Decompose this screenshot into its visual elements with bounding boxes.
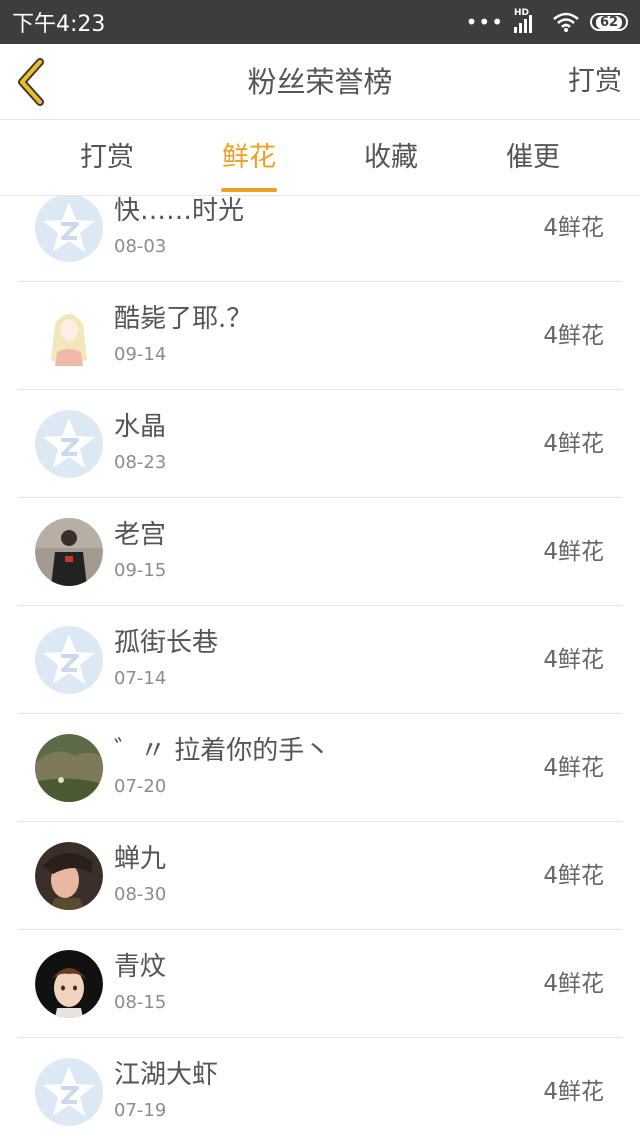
fan-date: 07-20 [114,776,167,797]
fan-date: 08-30 [114,884,167,905]
list-item[interactable]: 江湖大虾 07-19 4鲜花 [18,1038,622,1138]
list-item[interactable]: 老宫 09-15 4鲜花 [18,498,622,606]
more-dots-icon: ••• [465,10,504,34]
header: 粉丝荣誉榜 打赏 [0,44,640,120]
fan-date: 08-23 [114,452,167,473]
fan-name: 孤街长巷 [114,628,219,658]
fan-date: 08-03 [114,236,167,257]
default-star-avatar[interactable] [35,1058,103,1126]
fan-date: 07-14 [114,668,167,689]
list-item[interactable]: 水晶 08-23 4鲜花 [18,390,622,498]
flower-count: 4鲜花 [543,1079,604,1105]
tab-label: 打赏 [80,142,134,173]
list-item[interactable]: 青炆 08-15 4鲜花 [18,930,622,1038]
fan-name: 江湖大虾 [114,1060,219,1090]
photo-man-avatar[interactable] [35,518,103,586]
tab-label: 鲜花 [222,142,276,173]
flower-count: 4鲜花 [543,215,604,241]
tab-flowers[interactable]: 鲜花 [194,120,304,196]
list-item[interactable]: 蝉九 08-30 4鲜花 [18,822,622,930]
fan-name: 水晶 [114,412,167,442]
tab-urge-update[interactable]: 催更 [478,120,588,196]
fans-list[interactable]: 快……时光 08-03 4鲜花 酷毙了耶.？ 09-14 4鲜花 水晶 08-23 4鲜花 … [0,196,640,1138]
young-man-avatar[interactable] [35,842,103,910]
status-icons: ••• HD 62 [465,8,628,34]
default-star-avatar[interactable] [35,410,103,478]
fan-date: 09-15 [114,560,167,581]
list-item[interactable]: 快……时光 08-03 4鲜花 [18,196,622,282]
list-item[interactable]: ゛〃 拉着你的手丶 07-20 4鲜花 [18,714,622,822]
default-star-avatar[interactable] [35,196,103,262]
battery-icon: 62 [590,13,628,31]
wifi-icon [553,12,579,32]
anime-girl-avatar[interactable] [35,302,103,370]
tab-label: 收藏 [364,142,418,173]
fan-name: ゛〃 拉着你的手丶 [114,736,331,766]
cartoon-boy-avatar[interactable] [35,950,103,1018]
list-item[interactable]: 孤街长巷 07-14 4鲜花 [18,606,622,714]
landscape-avatar[interactable] [35,734,103,802]
list-item[interactable]: 酷毙了耶.？ 09-14 4鲜花 [18,282,622,390]
fan-name: 老宫 [114,520,167,550]
tab-reward[interactable]: 打赏 [52,120,162,196]
page-title: 粉丝荣誉榜 [247,65,393,99]
tab-favorites[interactable]: 收藏 [336,120,446,196]
signal-icon: HD [514,8,542,33]
flower-count: 4鲜花 [543,755,604,781]
fan-name: 青炆 [114,952,167,982]
status-bar: 下午4:23 ••• HD 62 [0,0,640,44]
status-time: 下午4:23 [12,12,106,37]
fan-date: 07-19 [114,1100,167,1121]
active-tab-indicator [221,188,277,192]
tab-label: 催更 [506,142,560,173]
flower-count: 4鲜花 [543,647,604,673]
flower-count: 4鲜花 [543,971,604,997]
flower-count: 4鲜花 [543,431,604,457]
flower-count: 4鲜花 [543,323,604,349]
fan-date: 09-14 [114,344,167,365]
battery-level: 62 [595,15,623,29]
fan-date: 08-15 [114,992,167,1013]
default-star-avatar[interactable] [35,626,103,694]
flower-count: 4鲜花 [543,863,604,889]
reward-button[interactable]: 打赏 [568,44,622,120]
fan-name: 酷毙了耶.？ [114,304,253,334]
fan-name: 蝉九 [114,844,167,874]
tab-bar: 打赏 鲜花 收藏 催更 [0,120,640,196]
flower-count: 4鲜花 [543,539,604,565]
fan-name: 快……时光 [114,196,245,226]
